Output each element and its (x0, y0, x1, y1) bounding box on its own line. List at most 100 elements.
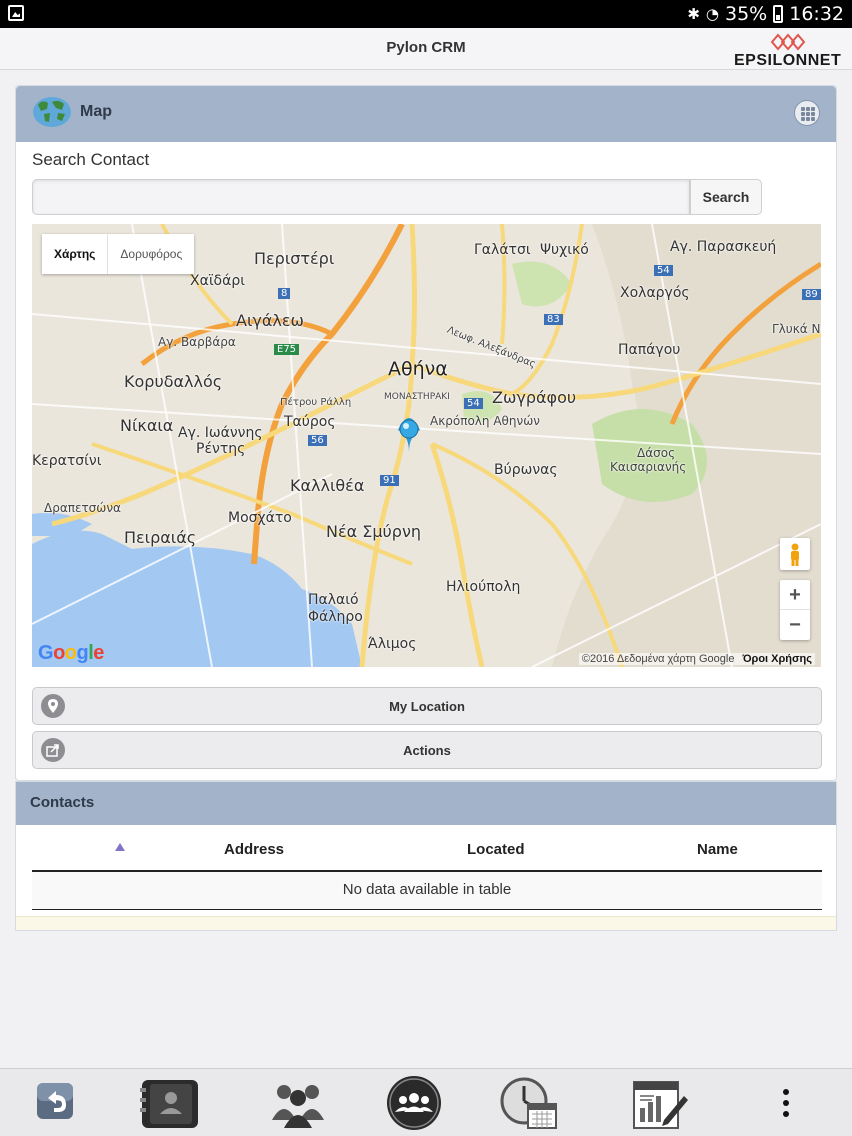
share-icon (41, 738, 65, 762)
map-label: Ακρόπολη Αθηνών (430, 414, 540, 428)
contacts-header: Contacts (16, 782, 836, 825)
map-label: Ψυχικό (540, 242, 589, 258)
map-label: Κορυδαλλός (124, 372, 223, 391)
table-header-row: Address Located Name (32, 825, 822, 872)
more-vert-icon (783, 1089, 789, 1117)
app-title: Pylon CRM (386, 39, 466, 56)
column-header-located[interactable]: Located (467, 841, 525, 858)
map-credit: ©2016 Δεδομένα χάρτη Google Όροι Χρήσης (578, 653, 815, 665)
grid-menu-button[interactable] (794, 100, 820, 126)
bottom-navigation (0, 1068, 852, 1136)
group-circle-icon (387, 1076, 441, 1130)
map-tiles (32, 224, 821, 667)
road-shield: 8 (278, 288, 291, 299)
contacts-footer (16, 916, 836, 930)
sort-ascending-icon[interactable] (115, 843, 125, 851)
map-label: Αγ. Βαρβάρα (158, 335, 236, 349)
status-bar: ✱ ◔ 35% 16:32 (0, 0, 852, 28)
zoom-out-button[interactable]: − (780, 610, 810, 640)
groups-button[interactable] (384, 1074, 444, 1132)
contacts-table: Address Located Name No data available i… (32, 825, 822, 910)
map-panel-header: Map (16, 86, 836, 142)
contacts-title: Contacts (30, 794, 95, 811)
map-label: Καισαριανής (610, 460, 687, 474)
road-shield: 54 (654, 265, 673, 276)
map-view[interactable]: Περιστέρι Γαλάτσι Ψυχικό Αγ. Παρασκευή Χ… (32, 224, 821, 667)
map-label: Πειραιάς (124, 528, 197, 547)
battery-percent: 35% (725, 3, 768, 25)
clock: 16:32 (789, 3, 844, 25)
map-type-control: Χάρτης Δορυφόρος (42, 234, 195, 274)
location-pin-icon (41, 694, 65, 718)
google-logo: Google (38, 642, 104, 664)
map-label: Παπάγου (618, 342, 681, 358)
brand-logo: EPSILONNET (734, 30, 846, 70)
app-bar: Pylon CRM EPSILONNET (0, 28, 852, 70)
table-empty-row: No data available in table (32, 872, 822, 910)
brand-name: EPSILONNET (734, 52, 842, 69)
pegman-icon (791, 543, 799, 566)
contacts-panel: Contacts Address Located Name No data av… (15, 781, 837, 931)
map-label: Αθήνα (388, 358, 448, 380)
search-button[interactable]: Search (690, 179, 762, 215)
map-label: Μοσχάτο (228, 510, 292, 526)
my-location-button[interactable]: My Location (32, 687, 822, 725)
column-header-address[interactable]: Address (224, 841, 284, 858)
map-type-map-button[interactable]: Χάρτης (42, 234, 109, 274)
map-label: Νίκαια (120, 416, 174, 435)
map-label: ΜΟΝΑΣΤΗΡΑΚΙ (384, 392, 450, 402)
empty-table-message: No data available in table (342, 881, 512, 898)
map-label: Χαϊδάρι (190, 273, 245, 289)
actions-button[interactable]: Actions (32, 731, 822, 769)
map-label: Δάσος (637, 446, 676, 460)
battery-icon (773, 5, 784, 23)
road-shield: 91 (380, 475, 399, 486)
schedule-button[interactable] (498, 1074, 558, 1132)
column-header-name[interactable]: Name (697, 841, 738, 858)
more-button[interactable] (766, 1074, 806, 1132)
map-label: Ηλιούπολη (446, 579, 521, 595)
map-label: Ρέντης (196, 441, 246, 457)
back-icon (37, 1083, 73, 1119)
back-button[interactable] (28, 1074, 88, 1132)
wifi-icon: ◔ (705, 5, 719, 23)
contacts-book-button[interactable] (138, 1074, 198, 1132)
road-shield: 54 (464, 398, 483, 409)
terms-link[interactable]: Όροι Χρήσης (742, 653, 812, 665)
map-label: Φάληρο (308, 609, 363, 625)
map-label: Χολαργός (620, 285, 690, 301)
map-label: Αγ. Παρασκευή (670, 239, 777, 255)
zoom-control: + − (780, 580, 810, 640)
gallery-notification-icon (8, 5, 24, 21)
map-label: Δραπετσώνα (44, 501, 121, 515)
map-label: Αγ. Ιωάννης (178, 425, 263, 441)
brand-mark-icon (770, 33, 806, 51)
search-contact-input[interactable] (32, 179, 690, 215)
map-label: Βύρωνας (494, 462, 558, 478)
map-label: Γαλάτσι (474, 242, 531, 258)
map-label: Ζωγράφου (492, 388, 577, 407)
map-label: Αιγάλεω (236, 311, 304, 330)
bluetooth-icon: ✱ (687, 5, 700, 23)
report-button[interactable] (628, 1074, 688, 1132)
map-label: Πέτρου Ράλλη (280, 397, 352, 408)
road-shield: E75 (274, 344, 300, 355)
actions-label: Actions (403, 742, 451, 758)
map-data-credit: ©2016 Δεδομένα χάρτη Google (581, 653, 735, 665)
pegman-street-view-button[interactable] (780, 538, 810, 570)
map-label: Άλιμος (368, 636, 417, 652)
zoom-in-button[interactable]: + (780, 580, 810, 610)
users-icon (272, 1085, 324, 1128)
users-button[interactable] (266, 1074, 326, 1132)
map-label: Περιστέρι (254, 249, 335, 268)
road-shield: 89 (802, 289, 821, 300)
search-contact-label: Search Contact (32, 150, 150, 169)
map-label: Ταύρος (284, 414, 336, 430)
map-type-satellite-button[interactable]: Δορυφόρος (108, 234, 194, 274)
schedule-icon (500, 1077, 557, 1129)
my-location-label: My Location (389, 698, 465, 714)
map-label: Νέα Σμύρνη (326, 522, 422, 541)
status-right: ✱ ◔ 35% 16:32 (687, 3, 844, 25)
report-icon (633, 1081, 688, 1129)
road-shield: 83 (544, 314, 563, 325)
